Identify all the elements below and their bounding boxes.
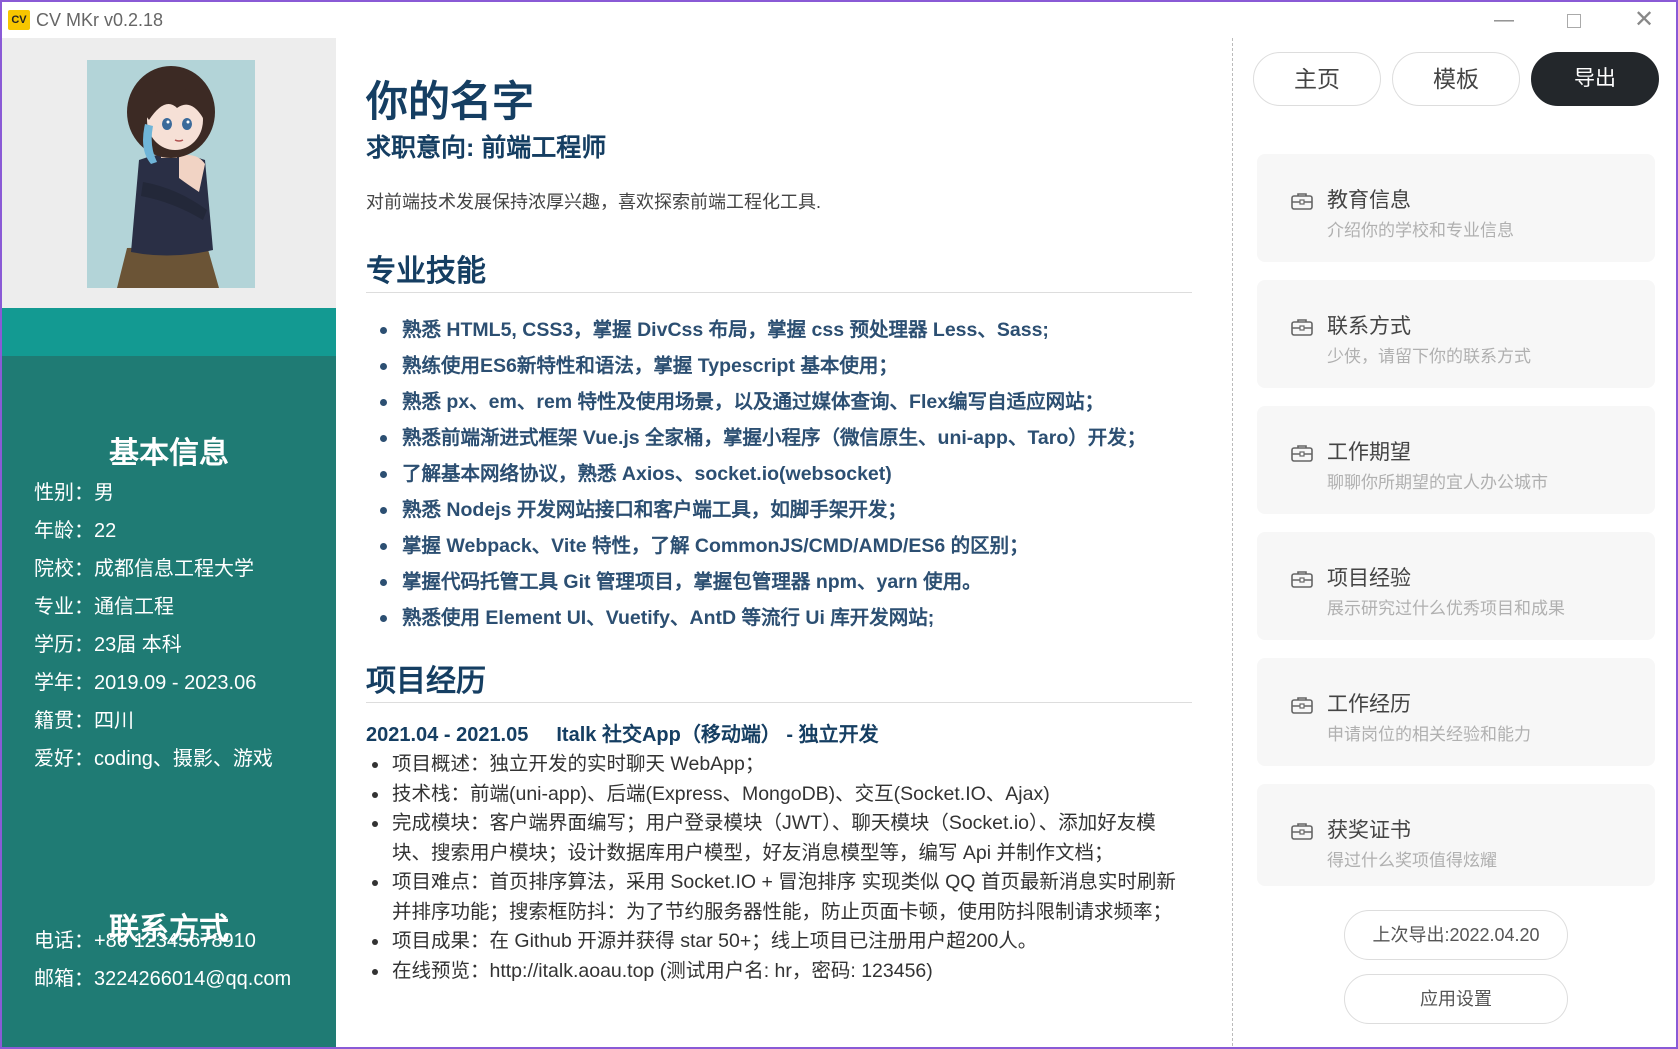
briefcase-icon xyxy=(1291,697,1313,714)
contact-phone: 电话：+86 12345678910 xyxy=(34,930,256,952)
briefcase-icon xyxy=(1291,445,1313,462)
avatar xyxy=(87,60,255,288)
skill-item: 熟悉 HTML5, CSS3，掌握 DivCss 布局，掌握 css 预处理器 … xyxy=(366,312,1192,348)
skills-list: 熟悉 HTML5, CSS3，掌握 DivCss 布局，掌握 css 预处理器 … xyxy=(366,312,1192,636)
maximize-button[interactable] xyxy=(1549,6,1599,34)
app-settings-button[interactable]: 应用设置 xyxy=(1344,974,1568,1024)
close-button[interactable]: ✕ xyxy=(1619,6,1669,34)
card-title: 工作期望 xyxy=(1327,441,1411,464)
project-detail-item: 项目概述：独立开发的实时聊天 WebApp； xyxy=(366,750,1192,780)
skills-divider xyxy=(366,292,1192,293)
info-years: 学年：2019.09 - 2023.06 xyxy=(34,672,257,694)
info-age: 年龄：22 xyxy=(34,520,117,542)
projects-section-title: 项目经历 xyxy=(366,665,486,698)
projects-divider xyxy=(366,702,1192,703)
project-detail-item: 技术栈：前端(uni-app)、后端(Express、MongoDB)、交互(S… xyxy=(366,780,1192,810)
panel-divider xyxy=(1232,38,1233,1047)
home-button[interactable]: 主页 xyxy=(1253,52,1381,106)
minimize-button[interactable]: — xyxy=(1479,6,1529,34)
card-title: 联系方式 xyxy=(1327,315,1411,338)
info-school: 院校：成都信息工程大学 xyxy=(34,558,254,580)
resume-name: 你的名字 xyxy=(366,78,535,125)
window-title: CV MKr v0.2.18 xyxy=(36,10,164,30)
briefcase-icon xyxy=(1291,193,1313,210)
project-detail-item: 项目难点：首页排序算法，采用 Socket.IO + 冒泡排序 实现类似 QQ … xyxy=(366,868,1192,927)
skill-item: 掌握 Webpack、Vite 特性，了解 CommonJS/CMD/AMD/E… xyxy=(366,528,1192,564)
title-bar: CV CV MKr v0.2.18 — ✕ xyxy=(2,2,1676,38)
resume-sidebar: 基本信息 性别：男 年龄：22 院校：成都信息工程大学 专业：通信工程 学历：2… xyxy=(2,38,336,1047)
card-work-experience[interactable]: 工作经历 申请岗位的相关经验和能力 xyxy=(1257,658,1655,766)
card-subtitle: 少侠，请留下你的联系方式 xyxy=(1327,347,1531,366)
skill-item: 熟悉前端渐进式框架 Vue.js 全家桶，掌握小程序（微信原生、uni-app、… xyxy=(366,420,1192,456)
card-contact[interactable]: 联系方式 少侠，请留下你的联系方式 xyxy=(1257,280,1655,388)
card-title: 项目经验 xyxy=(1327,567,1411,590)
card-subtitle: 介绍你的学校和专业信息 xyxy=(1327,221,1514,240)
self-intro: 对前端技术发展保持浓厚兴趣，喜欢探索前端工程化工具. xyxy=(366,192,821,212)
last-export-button[interactable]: 上次导出:2022.04.20 xyxy=(1344,910,1568,960)
skill-item: 了解基本网络协议，熟悉 Axios、socket.io(websocket) xyxy=(366,456,1192,492)
job-intent: 求职意向: 前端工程师 xyxy=(366,134,607,162)
skill-item: 熟悉 px、em、rem 特性及使用场景，以及通过媒体查询、Flex编写自适应网… xyxy=(366,384,1192,420)
project-period: 2021.04 - 2021.05 xyxy=(366,724,529,746)
card-education[interactable]: 教育信息 介绍你的学校和专业信息 xyxy=(1257,154,1655,262)
card-title: 教育信息 xyxy=(1327,189,1411,212)
template-button[interactable]: 模板 xyxy=(1392,52,1520,106)
card-title: 获奖证书 xyxy=(1327,819,1411,842)
info-major: 专业：通信工程 xyxy=(34,596,174,618)
skill-item: 掌握代码托管工具 Git 管理项目，掌握包管理器 npm、yarn 使用。 xyxy=(366,564,1192,600)
export-button[interactable]: 导出 xyxy=(1531,52,1659,106)
skill-item: 熟悉使用 Element UI、Vuetify、AntD 等流行 Ui 库开发网… xyxy=(366,600,1192,636)
card-subtitle: 聊聊你所期望的宜人办公城市 xyxy=(1327,473,1548,492)
info-hobbies: 爱好：coding、摄影、游戏 xyxy=(34,748,273,770)
project-detail-item: 项目成果：在 Github 开源并获得 star 50+；线上项目已注册用户超2… xyxy=(366,927,1192,957)
briefcase-icon xyxy=(1291,823,1313,840)
briefcase-icon xyxy=(1291,571,1313,588)
card-subtitle: 申请岗位的相关经验和能力 xyxy=(1327,725,1531,744)
card-title: 工作经历 xyxy=(1327,693,1411,716)
info-hometown: 籍贯：四川 xyxy=(34,710,134,732)
card-awards[interactable]: 获奖证书 得过什么奖项值得炫耀 xyxy=(1257,784,1655,886)
card-subtitle: 展示研究过什么优秀项目和成果 xyxy=(1327,599,1565,618)
basic-info-title: 基本信息 xyxy=(109,437,229,470)
card-job-expectation[interactable]: 工作期望 聊聊你所期望的宜人办公城市 xyxy=(1257,406,1655,514)
card-project-experience[interactable]: 项目经验 展示研究过什么优秀项目和成果 xyxy=(1257,532,1655,640)
info-degree: 学历：23届 本科 xyxy=(34,634,182,656)
app-logo-icon: CV xyxy=(8,10,30,30)
skills-section-title: 专业技能 xyxy=(366,255,486,288)
project-details-list: 项目概述：独立开发的实时聊天 WebApp； 技术栈：前端(uni-app)、后… xyxy=(366,750,1192,986)
project-detail-item[interactable]: 在线预览：http://italk.aoau.top (测试用户名: hr，密码… xyxy=(366,957,1192,987)
avatar-area xyxy=(2,38,336,308)
project-name: Italk 社交App（移动端） - 独立开发 xyxy=(556,724,879,746)
app-window: CV CV MKr v0.2.18 — ✕ 基本信息 性别：男 年龄：22 院校… xyxy=(0,0,1678,1049)
card-subtitle: 得过什么奖项值得炫耀 xyxy=(1327,851,1497,870)
resume-content: 你的名字 求职意向: 前端工程师 对前端技术发展保持浓厚兴趣，喜欢探索前端工程化… xyxy=(336,38,1232,1047)
project-detail-item: 完成模块：客户端界面编写；用户登录模块（JWT）、聊天模块（Socket.io）… xyxy=(366,809,1192,868)
maximize-icon xyxy=(1567,13,1581,28)
accent-strip xyxy=(2,308,336,356)
briefcase-icon xyxy=(1291,319,1313,336)
project-header: 2021.04 - 2021.05 Italk 社交App（移动端） - 独立开发 xyxy=(366,718,879,747)
skill-item: 熟悉 Nodejs 开发网站接口和客户端工具，如脚手架开发； xyxy=(366,492,1192,528)
anime-girl-avatar-icon xyxy=(87,60,255,288)
info-gender: 性别：男 xyxy=(34,482,114,504)
contact-email: 邮箱：3224266014@qq.com xyxy=(34,968,292,990)
skill-item: 熟练使用ES6新特性和语法，掌握 Typescript 基本使用； xyxy=(366,348,1192,384)
